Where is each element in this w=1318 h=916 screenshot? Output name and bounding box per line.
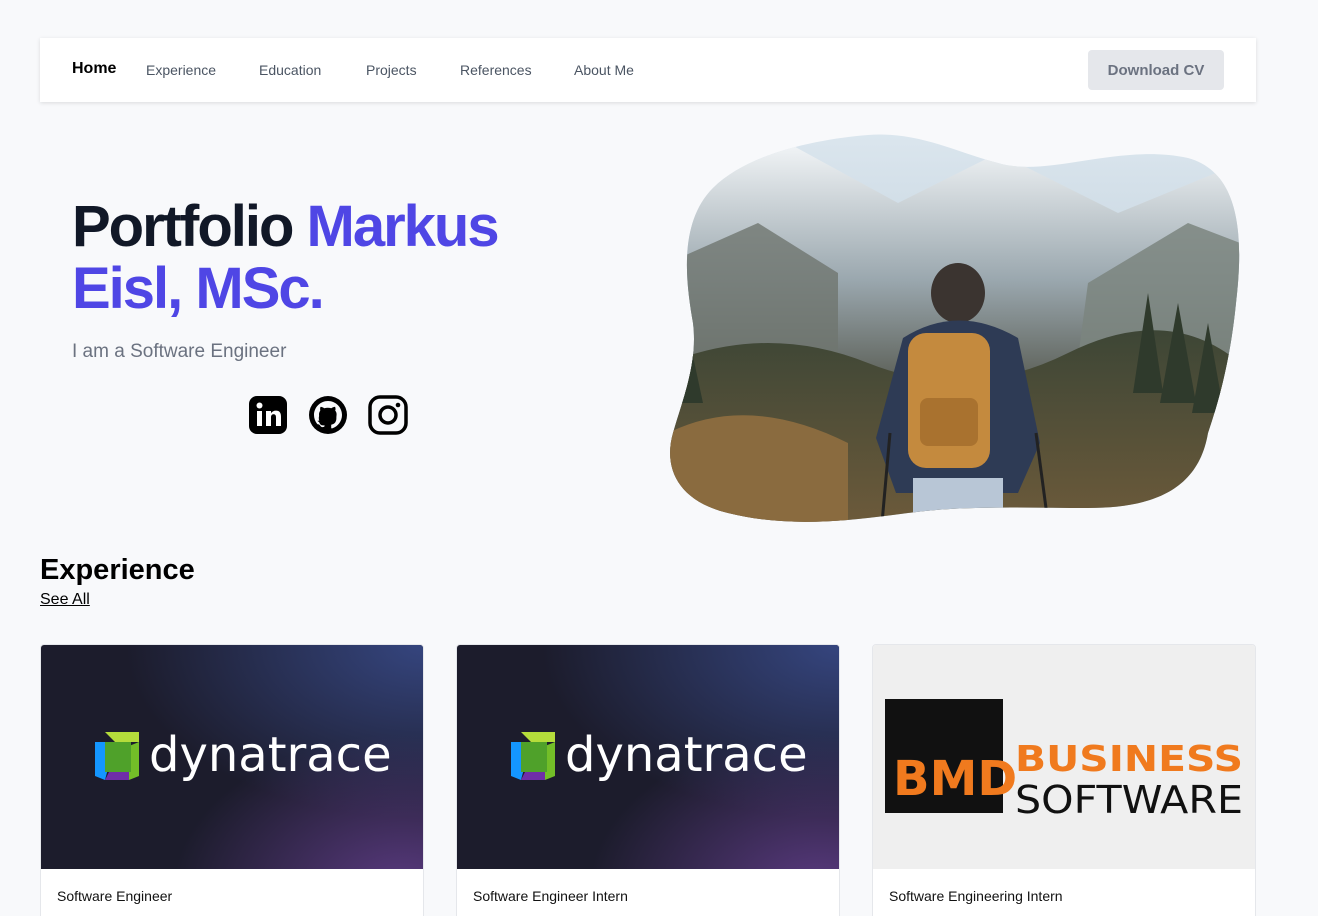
experience-heading: Experience	[40, 554, 195, 586]
hero-title: Portfolio Markus Eisl, MSc.	[72, 196, 552, 320]
download-cv-button[interactable]: Download CV	[1088, 50, 1224, 90]
nav-education[interactable]: Education	[259, 62, 321, 78]
bmd-logo-line-2: SOFTWARE	[1015, 778, 1243, 822]
card-title: Software Engineer	[57, 888, 173, 904]
see-all-link[interactable]: See All	[40, 591, 90, 609]
nav-about-me[interactable]: About Me	[574, 62, 634, 78]
nav-experience[interactable]: Experience	[146, 62, 216, 78]
nav-projects[interactable]: Projects	[366, 62, 417, 78]
hero-subtitle: I am a Software Engineer	[72, 341, 287, 362]
hero-title-degree: Eisl, MSc.	[72, 256, 325, 321]
nav-home[interactable]: Home	[72, 60, 116, 78]
dynatrace-logo-text: dynatrace	[149, 727, 392, 783]
bmd-logo-line-1: BUSINESS	[1015, 739, 1243, 780]
hero-title-name: Markus	[306, 194, 500, 259]
hero-hiker-image	[668, 133, 1240, 523]
github-icon[interactable]	[307, 394, 349, 436]
experience-card-1[interactable]: dynatrace Software Engineer	[40, 644, 424, 916]
dynatrace-logo-image: dynatrace	[41, 645, 423, 869]
top-navbar: Home Experience Education Projects Refer…	[40, 38, 1256, 102]
dynatrace-logo-text: dynatrace	[565, 727, 808, 783]
experience-card-3[interactable]: BMD BUSINESS SOFTWARE Software Engineeri…	[872, 644, 1256, 916]
nav-references[interactable]: References	[460, 62, 532, 78]
instagram-icon[interactable]	[367, 394, 409, 436]
card-title: Software Engineer Intern	[473, 888, 628, 904]
dynatrace-logo-image: dynatrace	[457, 645, 839, 869]
experience-card-2[interactable]: dynatrace Software Engineer Intern	[456, 644, 840, 916]
card-title: Software Engineering Intern	[889, 888, 1063, 904]
bmd-logo-image: BMD BUSINESS SOFTWARE	[873, 645, 1255, 869]
linkedin-icon[interactable]	[247, 394, 289, 436]
hero-title-plain: Portfolio	[72, 194, 307, 259]
bmd-logo-mark: BMD	[893, 751, 1017, 807]
